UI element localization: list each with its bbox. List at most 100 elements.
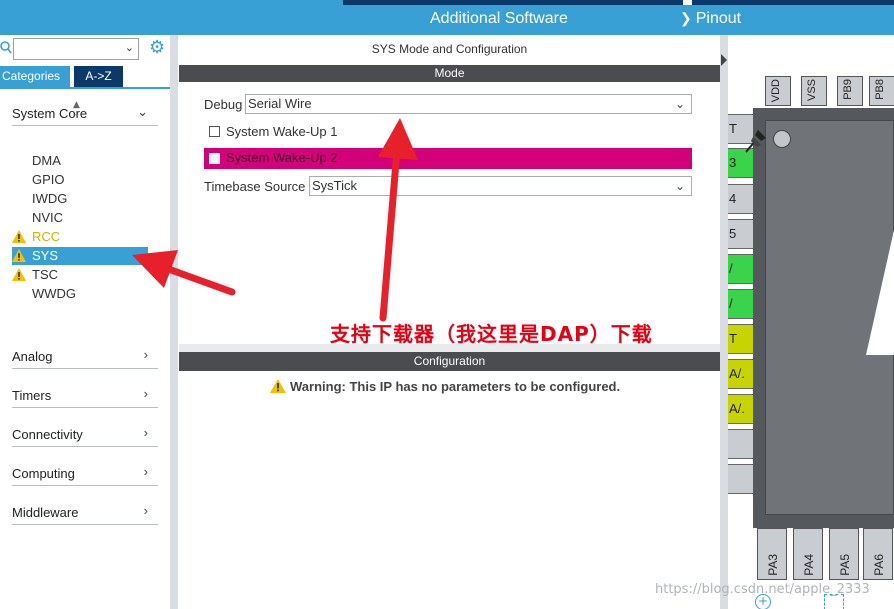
chevron-down-icon: ⌄ xyxy=(674,97,685,111)
pin-label: PB9 xyxy=(842,79,854,100)
pin-label: PA4 xyxy=(802,554,816,576)
pin-label: VSS xyxy=(806,79,818,102)
list-item-dma[interactable]: DMA xyxy=(12,152,148,170)
configuration-section-header: Configuration xyxy=(179,352,720,371)
warning-icon xyxy=(12,230,26,243)
mode-section-header: Mode xyxy=(179,65,720,82)
item-label: SYS xyxy=(32,248,59,263)
timebase-label: Timebase Source xyxy=(204,179,306,194)
pin-vdd[interactable]: VDD xyxy=(765,76,791,106)
category-middleware[interactable]: Middleware › xyxy=(12,499,158,525)
mode-config-header: SYS Mode and Configuration xyxy=(179,35,720,65)
chevron-down-icon: ❯ xyxy=(680,10,692,26)
chevron-right-icon: › xyxy=(143,464,148,479)
pin-label: VDD xyxy=(770,79,782,103)
pin-pb9[interactable]: PB9 xyxy=(837,76,863,106)
pin-vss[interactable]: VSS xyxy=(801,76,827,106)
left-pin[interactable]: A/. xyxy=(728,394,753,424)
wakeup1-label: System Wake-Up 1 xyxy=(226,124,338,139)
configuration-panel xyxy=(179,371,720,609)
category-label: Computing xyxy=(12,466,75,481)
category-label: Middleware xyxy=(12,505,79,520)
tab-strip-dark xyxy=(692,0,894,5)
pin-label: PB8 xyxy=(874,79,886,100)
timebase-select[interactable]: SysTick ⌄ xyxy=(309,176,692,196)
pinout-menu[interactable]: ❯ Pinout xyxy=(680,10,741,28)
timebase-value: SysTick xyxy=(312,178,358,193)
pin-pa5[interactable]: PA5 xyxy=(829,528,859,580)
tab-underline xyxy=(0,87,170,89)
chevron-right-icon: › xyxy=(143,425,148,440)
warning-icon xyxy=(12,268,26,281)
wakeup2-checkbox[interactable] xyxy=(209,153,220,164)
chevron-right-icon: › xyxy=(143,386,148,401)
category-label: Connectivity xyxy=(12,427,83,442)
left-pin[interactable] xyxy=(728,464,753,494)
panel-splitter-right[interactable] xyxy=(720,35,728,609)
list-item-iwdg[interactable]: IWDG xyxy=(12,190,148,208)
tab-categories[interactable]: Categories xyxy=(0,66,70,87)
tab-separator xyxy=(683,0,692,5)
chevron-right-icon: › xyxy=(143,347,148,362)
pin-pa4[interactable]: PA4 xyxy=(793,528,823,580)
top-toolbar: Additional Software ❯ Pinout xyxy=(0,0,894,35)
pushpin-icon xyxy=(745,130,766,153)
watermark: https://blog.csdn.net/apple_2333 xyxy=(655,582,870,597)
category-system-core[interactable]: System Core ⌄ xyxy=(12,100,158,126)
pin-label: PA5 xyxy=(838,554,852,576)
debug-label: Debug xyxy=(204,97,243,112)
item-label: WWDG xyxy=(32,286,77,301)
debug-select[interactable]: Serial Wire ⌄ xyxy=(245,94,692,114)
collapse-arrow-icon[interactable] xyxy=(721,54,727,66)
item-label: RCC xyxy=(32,229,61,244)
list-item-wwdg[interactable]: WWDG xyxy=(12,285,148,303)
list-item-rcc[interactable]: RCC xyxy=(12,228,148,246)
category-connectivity[interactable]: Connectivity › xyxy=(12,421,158,447)
left-pin[interactable]: A/. xyxy=(728,359,753,389)
pin-label: PA3 xyxy=(766,554,780,576)
left-pin[interactable]: T xyxy=(728,324,753,354)
category-analog[interactable]: Analog › xyxy=(12,343,158,369)
wakeup2-label: System Wake-Up 2 xyxy=(226,150,338,165)
pin-pb8[interactable]: PB8 xyxy=(869,76,894,106)
category-computing[interactable]: Computing › xyxy=(12,460,158,486)
scroll-up-icon[interactable]: ▲ ‒ xyxy=(73,100,80,120)
warning-message: Warning: This IP has no parameters to be… xyxy=(270,379,620,394)
list-item-tsc[interactable]: TSC xyxy=(12,266,148,284)
pin1-marker xyxy=(773,130,791,148)
warning-icon xyxy=(270,379,286,393)
debug-value: Serial Wire xyxy=(248,96,312,111)
tab-strip-dark xyxy=(343,0,683,5)
left-pin[interactable]: 5 xyxy=(728,219,753,249)
tab-a-to-z[interactable]: A->Z xyxy=(74,66,123,87)
item-label: NVIC xyxy=(32,210,64,225)
list-item-gpio[interactable]: GPIO xyxy=(12,171,148,189)
left-pin[interactable]: / xyxy=(728,289,753,319)
pin-label: PA6 xyxy=(872,554,886,576)
warning-text: Warning: This IP has no parameters to be… xyxy=(290,379,621,394)
item-label: TSC xyxy=(32,267,58,282)
left-pin[interactable]: 4 xyxy=(728,184,753,214)
wakeup2-row[interactable]: System Wake-Up 2 xyxy=(204,148,692,169)
category-label: Timers xyxy=(12,388,52,403)
left-pin[interactable] xyxy=(728,429,753,459)
section-divider[interactable] xyxy=(179,344,720,352)
gear-icon[interactable]: ⚙ xyxy=(149,38,169,58)
page-title: SYS Mode and Configuration xyxy=(371,42,528,56)
list-item-sys[interactable]: SYS xyxy=(12,247,148,265)
pin-pa6[interactable]: PA6 xyxy=(863,528,893,580)
list-item-nvic[interactable]: NVIC xyxy=(12,209,148,227)
chevron-down-icon[interactable]: ⌄ xyxy=(125,41,134,54)
annotation-text: 支持下载器（我这里是DAP）下载 xyxy=(330,322,653,346)
search-input[interactable]: ⌄ xyxy=(13,38,139,60)
panel-splitter[interactable] xyxy=(170,35,178,609)
item-label: DMA xyxy=(32,153,61,168)
pin-pa3[interactable]: PA3 xyxy=(757,528,787,580)
left-pin[interactable]: / xyxy=(728,254,753,284)
additional-software-tab[interactable]: Additional Software xyxy=(430,10,568,28)
search-icon[interactable] xyxy=(0,41,12,55)
category-label: Analog xyxy=(12,349,53,364)
category-timers[interactable]: Timers › xyxy=(12,382,158,408)
chevron-down-icon: ⌄ xyxy=(674,179,685,193)
wakeup1-checkbox[interactable] xyxy=(209,126,220,137)
